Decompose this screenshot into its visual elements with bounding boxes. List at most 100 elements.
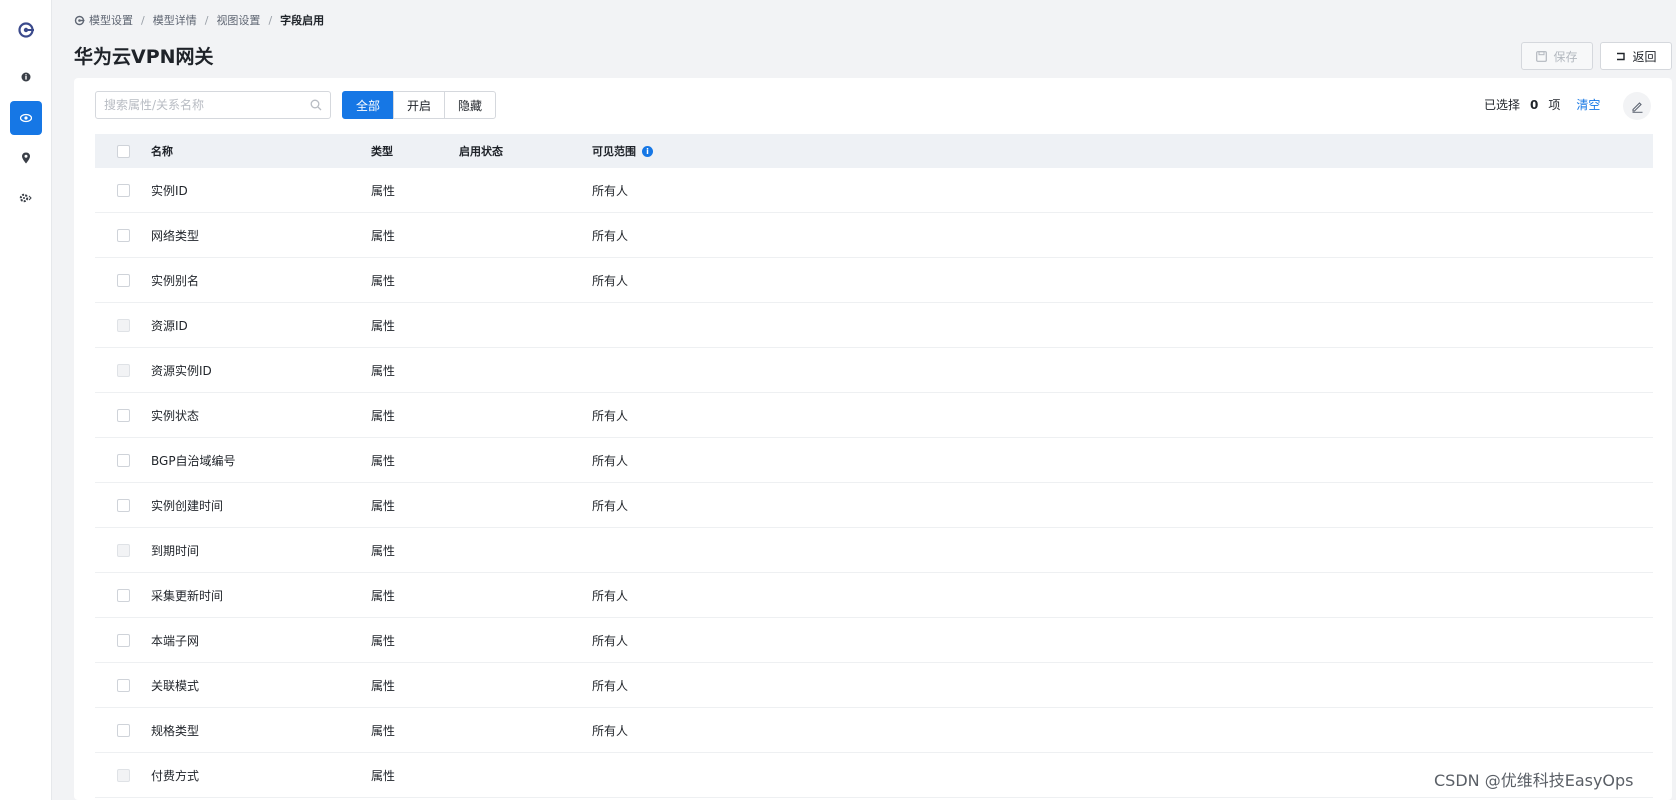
model-settings-icon [74, 15, 85, 25]
filter-tab-hidden[interactable]: 隐藏 [444, 91, 497, 119]
eye-icon[interactable] [10, 101, 42, 135]
field-type: 属性 [371, 543, 396, 558]
column-header-type: 类型 [371, 145, 393, 158]
field-name: 网络类型 [151, 228, 200, 243]
select-all-checkbox[interactable] [116, 144, 130, 158]
field-type: 属性 [371, 318, 396, 333]
field-visibility: 所有人 [592, 678, 629, 693]
field-enable-panel: 全部 开启 隐藏 已选择 0 项 清空 名称 类型 启用状态 可见范围 i 实例… [74, 78, 1672, 800]
watermark: CSDN @优维科技EasyOps [1434, 771, 1634, 790]
breadcrumb-separator: / [204, 13, 209, 27]
field-name: 实例状态 [151, 408, 200, 423]
field-visibility: 所有人 [592, 228, 629, 243]
field-type: 属性 [371, 768, 396, 783]
selection-summary: 已选择 0 项 清空 [1484, 96, 1600, 113]
location-pin-icon[interactable] [10, 142, 42, 174]
field-type: 属性 [371, 363, 396, 378]
filter-tab-enabled[interactable]: 开启 [393, 91, 446, 119]
field-name: 资源ID [151, 318, 188, 333]
selection-count: 0 [1530, 97, 1539, 112]
field-visibility: 所有人 [592, 273, 629, 288]
field-visibility: 所有人 [592, 633, 629, 648]
field-visibility: 所有人 [592, 183, 629, 198]
row-checkbox[interactable] [116, 363, 130, 377]
field-name: 实例别名 [151, 273, 200, 288]
filter-tab-all[interactable]: 全部 [342, 91, 395, 119]
table-row: 实例ID 属性 所有人 [95, 168, 1653, 213]
table-row: 实例别名 属性 所有人 [95, 258, 1653, 303]
save-label: 保存 [1553, 49, 1578, 64]
info-icon[interactable] [10, 61, 42, 93]
table-body: 实例ID 属性 所有人 网络类型 属性 所有人 实例别名 属性 所有人 资源ID 属性 资源实例ID 属… [95, 168, 1653, 798]
field-name: 采集更新时间 [151, 588, 224, 603]
row-checkbox[interactable] [116, 678, 130, 692]
table-row: 关联模式 属性 所有人 [95, 663, 1653, 708]
row-checkbox[interactable] [116, 633, 130, 647]
row-checkbox[interactable] [116, 228, 130, 242]
table-row: BGP自治域编号 属性 所有人 [95, 438, 1653, 483]
breadcrumb-item-model-settings[interactable]: 模型设置 [74, 12, 133, 28]
breadcrumb-current: 字段启用 [280, 14, 325, 27]
table-row: 采集更新时间 属性 所有人 [95, 573, 1653, 618]
back-label: 返回 [1632, 49, 1657, 64]
table-row: 规格类型 属性 所有人 [95, 708, 1653, 753]
field-name: 关联模式 [151, 678, 200, 693]
row-checkbox[interactable] [116, 183, 130, 197]
row-checkbox[interactable] [116, 768, 130, 782]
field-name: BGP自治域编号 [151, 453, 236, 468]
field-visibility: 所有人 [592, 498, 629, 513]
back-button[interactable]: 返回 [1600, 42, 1672, 70]
row-checkbox[interactable] [116, 498, 130, 512]
gear-icon[interactable] [10, 182, 42, 214]
row-checkbox[interactable] [116, 453, 130, 467]
column-header-name: 名称 [151, 145, 173, 158]
table-row: 实例创建时间 属性 所有人 [95, 483, 1653, 528]
left-nav-rail [0, 0, 52, 800]
row-checkbox[interactable] [116, 273, 130, 287]
search-icon [310, 99, 322, 111]
field-name: 本端子网 [151, 633, 200, 648]
selection-prefix: 已选择 [1484, 98, 1521, 112]
page-title: 华为云VPN网关 [74, 46, 214, 68]
table-row: 资源实例ID 属性 [95, 348, 1653, 393]
edit-button[interactable] [1623, 92, 1651, 120]
table-row: 网络类型 属性 所有人 [95, 213, 1653, 258]
field-visibility: 所有人 [592, 588, 629, 603]
table-row: 实例状态 属性 所有人 [95, 393, 1653, 438]
table-row: 资源ID 属性 [95, 303, 1653, 348]
filter-segmented-control: 全部 开启 隐藏 [342, 91, 497, 119]
field-name: 规格类型 [151, 723, 200, 738]
save-button[interactable]: 保存 [1521, 42, 1593, 70]
row-checkbox[interactable] [116, 723, 130, 737]
table-header: 名称 类型 启用状态 可见范围 i [95, 134, 1653, 168]
row-checkbox[interactable] [116, 318, 130, 332]
row-checkbox[interactable] [116, 408, 130, 422]
pencil-icon [1631, 101, 1642, 113]
table-row: 付费方式 属性 [95, 753, 1653, 798]
save-icon [1536, 50, 1548, 62]
column-header-visibility: 可见范围 [592, 145, 636, 158]
field-name: 到期时间 [151, 543, 200, 558]
field-visibility: 所有人 [592, 723, 629, 738]
back-arrow-icon [1617, 52, 1626, 60]
breadcrumb-item-model-details[interactable]: 模型详情 [153, 12, 197, 28]
field-name: 付费方式 [151, 768, 200, 783]
search-input[interactable] [104, 98, 310, 112]
info-icon[interactable]: i [642, 145, 653, 157]
search-box[interactable] [95, 91, 331, 119]
row-checkbox[interactable] [116, 588, 130, 602]
breadcrumb-label: 模型设置 [89, 14, 133, 27]
table-row: 本端子网 属性 所有人 [95, 618, 1653, 663]
row-checkbox[interactable] [116, 543, 130, 557]
field-name: 实例创建时间 [151, 498, 224, 513]
breadcrumb-separator: / [268, 13, 273, 27]
field-visibility: 所有人 [592, 453, 629, 468]
breadcrumb-item-view-settings[interactable]: 视图设置 [216, 12, 260, 28]
column-header-status: 启用状态 [459, 145, 503, 158]
selection-suffix: 项 [1548, 98, 1561, 112]
field-name: 资源实例ID [151, 363, 212, 378]
field-visibility: 所有人 [592, 408, 629, 423]
fields-table: 名称 类型 启用状态 可见范围 i 实例ID 属性 所有人 网络类型 属性 所有人 实例别名… [95, 134, 1653, 798]
clear-selection-link[interactable]: 清空 [1576, 96, 1600, 113]
app-logo-icon[interactable] [10, 14, 42, 46]
